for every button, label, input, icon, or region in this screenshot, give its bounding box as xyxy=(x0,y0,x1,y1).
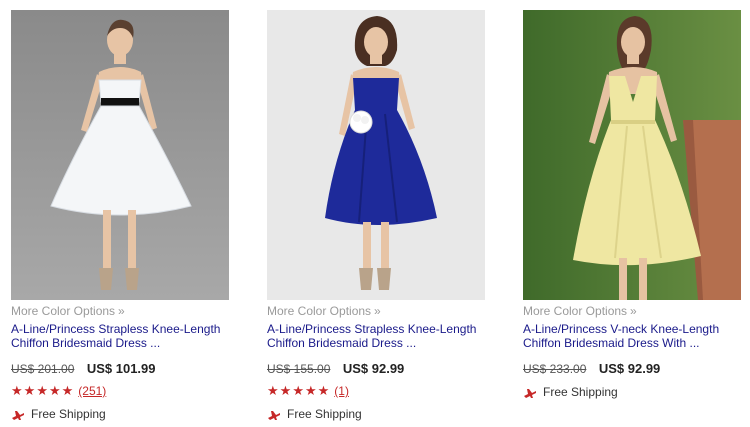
sale-price: US$ 92.99 xyxy=(598,361,661,376)
star-icon: ★ xyxy=(36,383,48,398)
product-image[interactable] xyxy=(523,10,741,300)
product-title-line2: Chiffon Bridesmaid Dress With ... xyxy=(523,336,700,350)
airplane-icon xyxy=(524,389,536,398)
product-title-line1: A-Line/Princess Strapless Knee-Length xyxy=(11,322,221,336)
double-chevron-right-icon: » xyxy=(118,304,125,318)
star-icon: ★ xyxy=(48,383,61,398)
shipping-label: Free Shipping xyxy=(31,407,106,421)
product-card: More Color Options» A-Line/Princess Stra… xyxy=(267,10,485,421)
airplane-icon xyxy=(268,411,280,420)
airplane-icon xyxy=(12,411,24,420)
product-card: More Color Options» A-Line/Princess Stra… xyxy=(11,10,229,421)
more-color-options-label: More Color Options xyxy=(523,304,628,318)
original-price: US$ 233.00 xyxy=(523,362,587,376)
free-shipping: Free Shipping xyxy=(11,407,229,421)
double-chevron-right-icon: » xyxy=(630,304,637,318)
product-title-link[interactable]: A-Line/Princess Strapless Knee-Length Ch… xyxy=(11,322,229,350)
product-card: More Color Options» A-Line/Princess V-ne… xyxy=(523,10,741,399)
product-title-link[interactable]: A-Line/Princess Strapless Knee-Length Ch… xyxy=(267,322,485,350)
price-row: US$ 201.00 US$ 101.99 xyxy=(11,361,229,377)
product-image[interactable] xyxy=(11,10,229,300)
product-grid: More Color Options» A-Line/Princess Stra… xyxy=(0,0,750,427)
sale-price: US$ 101.99 xyxy=(86,361,156,376)
double-chevron-right-icon: » xyxy=(374,304,381,318)
star-icon: ★ xyxy=(61,383,74,398)
rating-row: ★★★★★ (251) xyxy=(11,383,229,399)
more-color-options-label: More Color Options xyxy=(267,304,372,318)
free-shipping: Free Shipping xyxy=(523,385,741,399)
star-icon: ★ xyxy=(267,383,279,398)
product-image[interactable] xyxy=(267,10,485,300)
shipping-label: Free Shipping xyxy=(543,385,618,399)
star-icon: ★ xyxy=(279,383,292,398)
more-color-options-link[interactable]: More Color Options» xyxy=(267,304,485,318)
original-price: US$ 201.00 xyxy=(11,362,75,376)
free-shipping: Free Shipping xyxy=(267,407,485,421)
sale-price: US$ 92.99 xyxy=(342,361,405,376)
product-title-line1: A-Line/Princess Strapless Knee-Length xyxy=(267,322,477,336)
price-row: US$ 233.00 US$ 92.99 xyxy=(523,361,741,377)
more-color-options-label: More Color Options xyxy=(11,304,116,318)
more-color-options-link[interactable]: More Color Options» xyxy=(11,304,229,318)
star-icon: ★ xyxy=(317,383,330,398)
shipping-label: Free Shipping xyxy=(287,407,362,421)
original-price: US$ 155.00 xyxy=(267,362,331,376)
product-title-link[interactable]: A-Line/Princess V-neck Knee-Length Chiff… xyxy=(523,322,741,350)
more-color-options-link[interactable]: More Color Options» xyxy=(523,304,741,318)
star-icon: ★ xyxy=(23,383,36,398)
star-icon: ★ xyxy=(11,383,23,398)
star-icon: ★ xyxy=(304,383,317,398)
star-icon: ★ xyxy=(292,383,304,398)
rating-row: ★★★★★ (1) xyxy=(267,383,485,399)
product-title-line2: Chiffon Bridesmaid Dress ... xyxy=(11,336,161,350)
price-row: US$ 155.00 US$ 92.99 xyxy=(267,361,485,377)
product-title-line2: Chiffon Bridesmaid Dress ... xyxy=(267,336,417,350)
review-count-link[interactable]: (1) xyxy=(334,384,349,398)
review-count-link[interactable]: (251) xyxy=(78,384,106,398)
product-title-line1: A-Line/Princess V-neck Knee-Length xyxy=(523,322,720,336)
